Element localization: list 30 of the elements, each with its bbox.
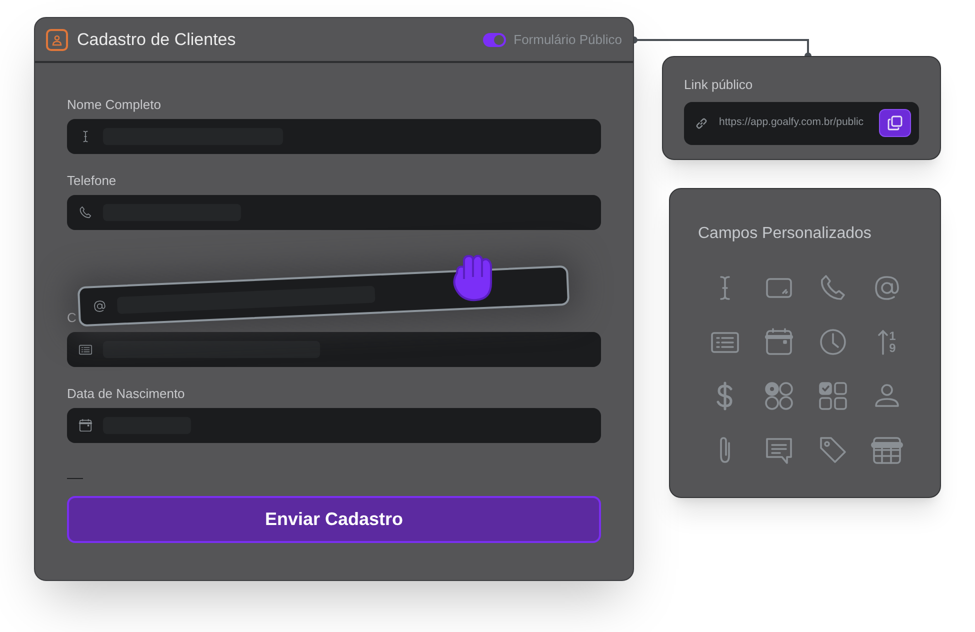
table-icon — [871, 434, 903, 466]
clock-icon — [817, 326, 849, 358]
link-field[interactable]: https://app.goalfy.com.br/public — [684, 102, 919, 144]
copy-button[interactable] — [879, 109, 911, 137]
copy-icon — [887, 115, 903, 131]
user-icon — [46, 28, 68, 50]
calendar-icon — [763, 326, 795, 358]
form-title: Cadastro de Clientes — [77, 28, 236, 51]
field-label: Telefone — [67, 173, 118, 189]
list-icon — [78, 342, 93, 357]
link-icon — [695, 116, 708, 130]
submit-button[interactable]: Enviar Cadastro — [67, 496, 601, 543]
input-field[interactable] — [67, 408, 601, 443]
field-label: Data de Nascimento — [67, 386, 186, 402]
toggle-label: Formulário Público — [514, 30, 622, 49]
tag-icon — [817, 434, 849, 466]
calendar-icon — [78, 418, 93, 433]
input-field[interactable] — [67, 119, 601, 154]
link-label: Link público — [684, 76, 754, 94]
input-field[interactable] — [67, 332, 601, 367]
custom-fields-title: Campos Personalizados — [698, 224, 872, 244]
link-url: https://app.goalfy.com.br/public — [719, 115, 864, 130]
field-label: Nome Completo — [67, 97, 162, 113]
public-toggle[interactable] — [482, 32, 506, 46]
field-label: C — [67, 310, 78, 326]
input-field[interactable] — [67, 195, 601, 230]
checkbox-options-icon — [817, 380, 849, 412]
at-sign-icon — [92, 298, 108, 314]
radio-options-icon — [763, 380, 795, 412]
phone-icon — [78, 205, 93, 220]
